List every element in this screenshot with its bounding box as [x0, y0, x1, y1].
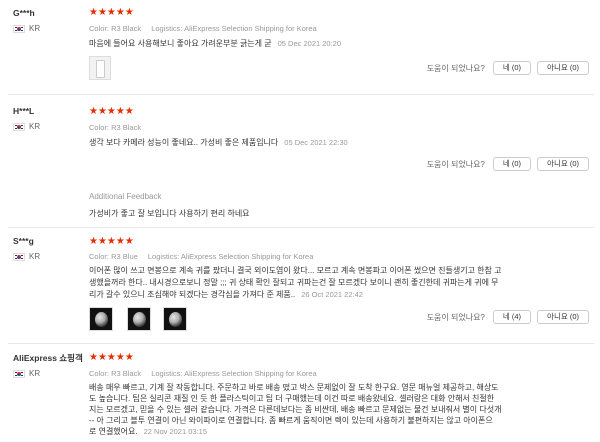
review-divider — [8, 227, 594, 228]
additional-feedback-label: Additional Feedback — [89, 192, 162, 201]
reviewer-name: S***g — [13, 236, 34, 246]
korea-flag-icon — [13, 369, 25, 378]
helpful-row: 도움이 되었나요? 네 (0) 아니요 (0) — [427, 157, 589, 171]
reviewer-country: KR — [13, 252, 40, 261]
review-meta: Color: R3 Blue Logistics: AliExpress Sel… — [89, 252, 314, 261]
helpful-no-button[interactable]: 아니요 (0) — [537, 310, 589, 324]
reviewer-name: G***h — [13, 8, 35, 18]
korea-flag-icon — [13, 122, 25, 131]
review-photo[interactable] — [89, 307, 113, 331]
helpful-yes-button[interactable]: 네 (0) — [492, 157, 532, 171]
review-date: 05 Dec 2021 22:30 — [284, 138, 348, 147]
review-photo[interactable] — [89, 56, 111, 80]
review-meta: Color: R3 Black Logistics: AliExpress Se… — [89, 24, 317, 33]
reviewer-name: H***L — [13, 106, 35, 116]
review-date: 26 Oct 2021 22:42 — [301, 290, 363, 299]
rating-stars: ★★★★★ — [89, 236, 134, 247]
logistics-value: AliExpress Selection Shipping for Korea — [184, 24, 317, 33]
review-text: 배송 매우 빠르고, 기계 잘 작동합니다. 주문하고 바로 배송 떴고 박스 … — [89, 383, 502, 436]
helpful-yes-button[interactable]: 네 (4) — [492, 310, 532, 324]
review-date: 22 Nov 2021 03:15 — [143, 427, 207, 436]
color-value: R3 Black — [111, 123, 142, 132]
review-text: 마음에 들어요 사용해보니 좋아요 가려운부분 긁는게 굳 05 Dec 2021… — [89, 39, 342, 48]
review-text: 생각 보다 카메라 성능이 좋네요.. 가성비 좋은 제품입니다 05 Dec 2… — [89, 138, 348, 147]
additional-feedback-text: 가성비가 좋고 잘 보입니다 사용하기 편리 하네요 — [89, 209, 250, 218]
rating-stars: ★★★★★ — [89, 7, 134, 18]
reviewer-country: KR — [13, 369, 40, 378]
helpful-no-button[interactable]: 아니요 (0) — [537, 157, 589, 171]
reviewer-country: KR — [13, 122, 40, 131]
review-photo[interactable] — [163, 307, 187, 331]
korea-flag-icon — [13, 24, 25, 33]
color-value: R3 Blue — [111, 252, 138, 261]
review-date: 05 Dec 2021 20:20 — [277, 39, 342, 48]
reviewer-name: AliExpress 쇼핑객 — [13, 353, 83, 363]
logistics-value: AliExpress Selection Shipping for Korea — [180, 252, 314, 261]
review-meta: Color: R3 Black Logistics: AliExpress Se… — [89, 369, 317, 378]
review-text: 이어폰 많이 쓰고 면봉으로 계속 귀를 팠더니 결국 외이도염이 왔다... … — [89, 266, 502, 299]
reviewer-country: KR — [13, 24, 40, 33]
helpful-row: 도움이 되었나요? 네 (4) 아니요 (0) — [427, 310, 589, 324]
color-value: R3 Black — [111, 369, 142, 378]
logistics-value: AliExpress Selection Shipping for Korea — [184, 369, 317, 378]
review-divider — [8, 343, 594, 344]
helpful-yes-button[interactable]: 네 (0) — [492, 61, 532, 75]
helpful-row: 도움이 되었나요? 네 (0) 아니요 (0) — [427, 61, 589, 75]
review-divider — [8, 94, 594, 95]
color-value: R3 Black — [111, 24, 142, 33]
review-photo[interactable] — [127, 307, 151, 331]
helpful-no-button[interactable]: 아니요 (0) — [537, 61, 589, 75]
rating-stars: ★★★★★ — [89, 106, 134, 117]
korea-flag-icon — [13, 252, 25, 261]
rating-stars: ★★★★★ — [89, 352, 134, 363]
review-meta: Color: R3 Black — [89, 123, 142, 132]
